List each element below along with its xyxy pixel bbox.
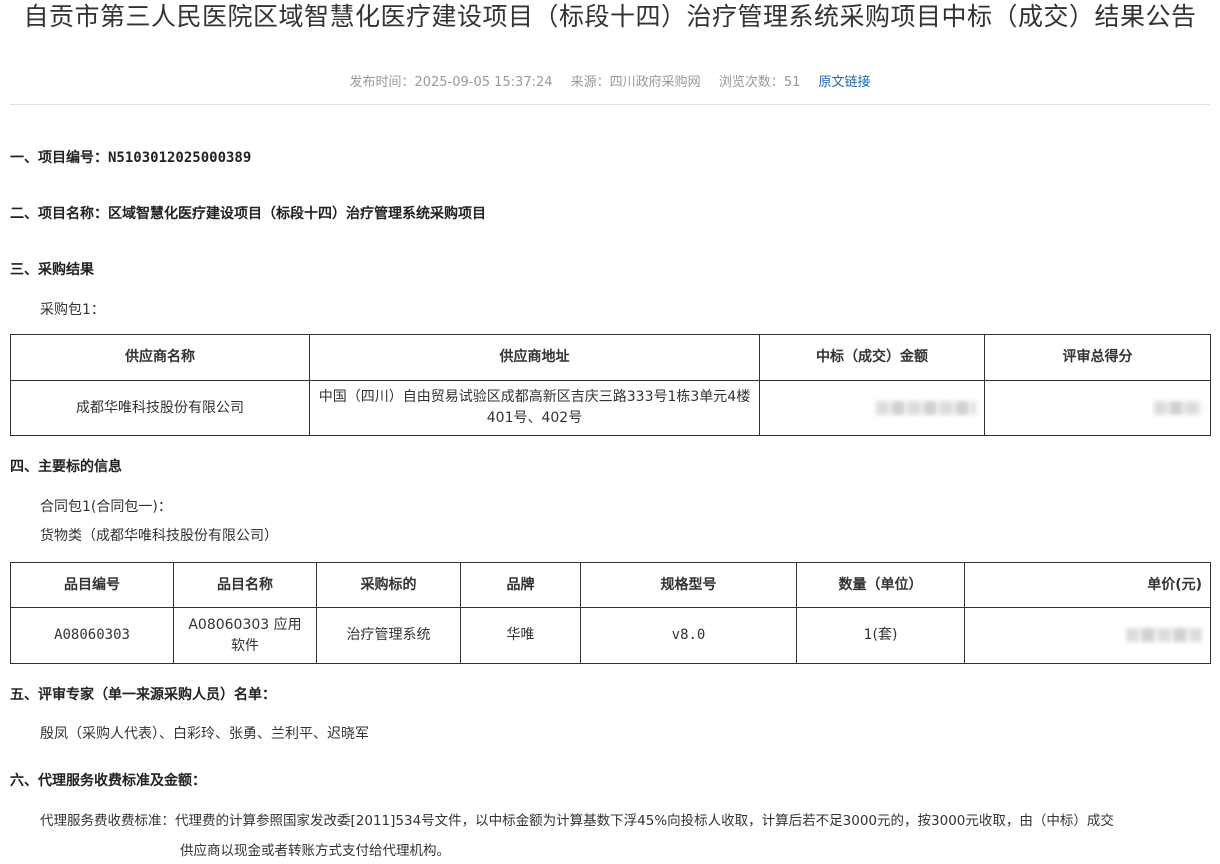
original-link[interactable]: 原文链接 — [819, 75, 871, 90]
project-name-heading: 二、项目名称：区域智慧化医疗建设项目（标段十四）治疗管理系统采购项目 — [10, 206, 486, 222]
col-supplier-address: 供应商地址 — [309, 334, 760, 381]
item-name: A08060303 应用软件 — [173, 607, 317, 664]
package-label: 采购包1： — [40, 302, 105, 318]
quantity: 1(套) — [796, 607, 965, 664]
supplier-name: 成都华唯科技股份有限公司 — [10, 380, 310, 436]
col-unit-price: 单价(元) — [964, 562, 1211, 608]
col-award-amount: 中标（成交）金额 — [759, 334, 985, 381]
col-quantity: 数量（单位） — [796, 562, 965, 608]
table-row: A08060303 A08060303 应用软件 治疗管理系统 华唯 v8.0 … — [10, 607, 1211, 664]
item-code: A08060303 — [10, 607, 174, 664]
items-table: 品目编号 品目名称 采购标的 品牌 规格型号 数量（单位） 单价(元) A080… — [10, 562, 1211, 664]
source: 来源：四川政府采购网 — [570, 75, 701, 90]
divider — [10, 104, 1210, 105]
agency-fee-line1: 代理服务费收费标准：代理费的计算参照国家发改委[2011]534号文件，以中标金… — [40, 811, 1210, 831]
brand: 华唯 — [460, 607, 581, 664]
agency-fee-label: 代理服务费收费标准： — [40, 813, 175, 829]
category-label: 货物类（成都华唯科技股份有限公司） — [40, 528, 278, 544]
experts-list: 殷凤（采购人代表）、白彩玲、张勇、兰利平、迟晓军 — [40, 726, 369, 742]
unit-price-redacted — [964, 607, 1211, 664]
col-spec-model: 规格型号 — [580, 562, 797, 608]
result-table: 供应商名称 供应商地址 中标（成交）金额 评审总得分 成都华唯科技股份有限公司 … — [10, 334, 1211, 436]
spec-model: v8.0 — [580, 607, 797, 664]
publish-time: 发布时间：2025-09-05 15:37:24 — [349, 75, 553, 90]
col-brand: 品牌 — [460, 562, 581, 608]
agency-fee-line2: 供应商以现金或者转账方式支付给代理机构。 — [180, 843, 450, 859]
result-table-header: 供应商名称 供应商地址 中标（成交）金额 评审总得分 — [10, 334, 1211, 381]
col-item-name: 品目名称 — [173, 562, 317, 608]
table-row: 成都华唯科技股份有限公司 中国（四川）自由贸易试验区成都高新区吉庆三路333号1… — [10, 380, 1211, 436]
agency-fee-heading: 六、代理服务收费标准及金额： — [10, 773, 206, 789]
experts-heading: 五、评审专家（单一来源采购人员）名单： — [10, 687, 276, 703]
total-score-redacted — [984, 380, 1211, 436]
procurement-subject: 治疗管理系统 — [316, 607, 461, 664]
page-title: 自贡市第三人民医院区域智慧化医疗建设项目（标段十四）治疗管理系统采购项目中标（成… — [23, 2, 1197, 31]
view-count: 浏览次数：51 — [718, 75, 801, 90]
article-meta: 发布时间：2025-09-05 15:37:24 来源：四川政府采购网 浏览次数… — [10, 74, 1210, 92]
items-table-header: 品目编号 品目名称 采购标的 品牌 规格型号 数量（单位） 单价(元) — [10, 562, 1211, 608]
agency-fee-text: 代理费的计算参照国家发改委[2011]534号文件，以中标金额为计算基数下浮45… — [175, 813, 1114, 829]
contract-package-label: 合同包1(合同包一)： — [40, 499, 172, 515]
main-items-heading: 四、主要标的信息 — [10, 459, 122, 475]
project-number-heading: 一、项目编号：N5103012025000389 — [10, 150, 252, 166]
col-total-score: 评审总得分 — [984, 334, 1211, 381]
col-supplier-name: 供应商名称 — [10, 334, 310, 381]
col-item-code: 品目编号 — [10, 562, 174, 608]
col-procurement-subject: 采购标的 — [316, 562, 461, 608]
procurement-result-heading: 三、采购结果 — [10, 262, 94, 278]
supplier-address: 中国（四川）自由贸易试验区成都高新区吉庆三路333号1栋3单元4楼401号、40… — [309, 380, 760, 436]
award-amount-redacted — [759, 380, 985, 436]
